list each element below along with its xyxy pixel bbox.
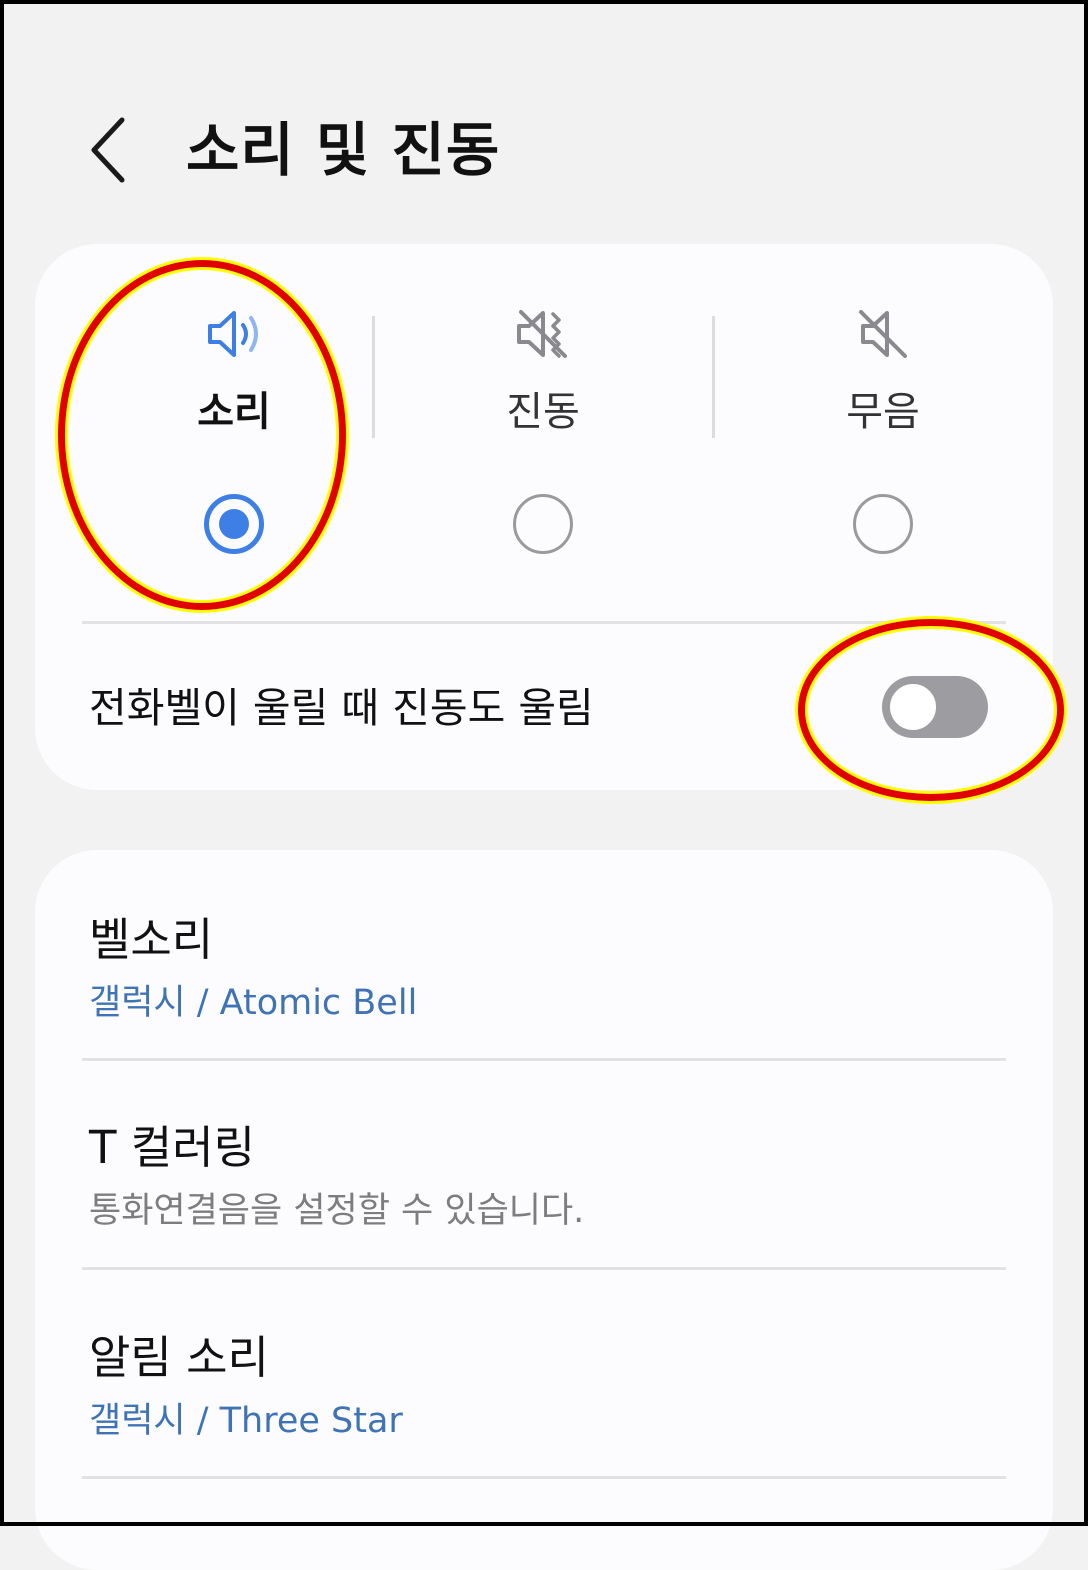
vibrate-mode-label: 진동 [506,389,580,435]
sound-settings-list: 벨소리 갤럭시 / Atomic Bell T 컬러링 통화연결음을 설정할 수… [35,850,1053,1570]
vibrate-while-ringing-row[interactable]: 전화벨이 울릴 때 진동도 울림 [35,624,1053,790]
back-button[interactable] [78,112,142,188]
mute-mode-label: 무음 [846,389,920,435]
speaker-volume-icon [208,311,258,357]
ringtone-title: 벨소리 [89,913,214,966]
sound-mode-option-sound[interactable]: 소리 [65,296,403,566]
vibrate-while-ringing-switch[interactable] [882,676,988,738]
notification-sound-title: 알림 소리 [89,1331,269,1384]
mute-mode-radio[interactable] [853,494,913,554]
t-coloring-title: T 컬러링 [89,1121,255,1174]
sound-mode-label: 소리 [197,389,271,435]
chevron-left-icon [91,117,125,183]
list-item-t-coloring[interactable]: T 컬러링 통화연결음을 설정할 수 있습니다. [35,1070,1053,1270]
sound-mode-option-mute[interactable]: 무음 [714,296,1052,566]
ringtone-value: 갤럭시 / Atomic Bell [89,983,418,1023]
sound-mode-radio[interactable] [204,494,264,554]
sound-mode-option-vibrate[interactable]: 진동 [374,296,712,566]
page-title: 소리 및 진동 [186,116,501,184]
mute-icon [859,310,907,358]
notification-sound-value: 갤럭시 / Three Star [89,1401,403,1441]
list-item-notification-sound[interactable]: 알림 소리 갤럭시 / Three Star [35,1280,1053,1480]
vibrate-mode-radio[interactable] [513,494,573,554]
switch-knob [887,681,939,733]
divider [82,1476,1006,1479]
sound-mode-card: 소리 진동 무음 전화벨이 울릴 때 진동도 울림 [35,244,1053,790]
divider [82,1058,1006,1061]
divider [82,1267,1006,1270]
app-bar: 소리 및 진동 [0,90,1088,210]
vibrate-while-ringing-label: 전화벨이 울릴 때 진동도 울림 [89,684,594,732]
t-coloring-description: 통화연결음을 설정할 수 있습니다. [89,1191,585,1231]
list-item-ringtone[interactable]: 벨소리 갤럭시 / Atomic Bell [35,862,1053,1062]
vibrate-icon [517,310,567,358]
